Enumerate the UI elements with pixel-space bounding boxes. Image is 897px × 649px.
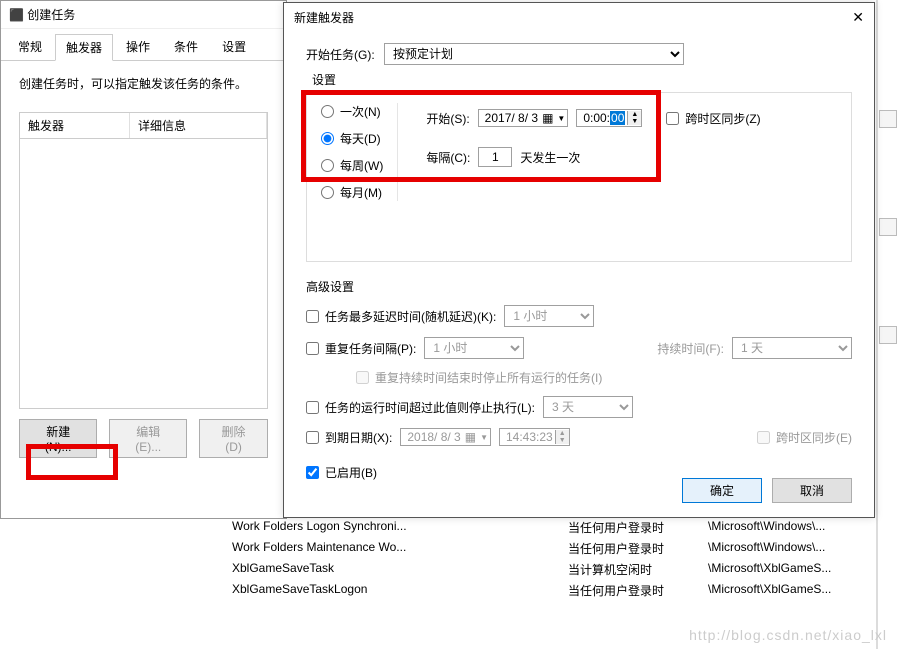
tab-settings[interactable]: 设置 — [211, 33, 257, 60]
dialog-title: ⬛ 创建任务 — [1, 1, 286, 29]
delete-button[interactable]: 删除(D) — [199, 419, 268, 458]
triggers-list-header: 触发器 详细信息 — [19, 112, 268, 139]
delay-select[interactable]: 1 小时 — [504, 305, 594, 327]
freq-once[interactable]: 一次(N) — [321, 103, 383, 120]
chevron-down-icon[interactable]: ▼ — [557, 114, 565, 123]
triggers-hint: 创建任务时，可以指定触发该任务的条件。 — [19, 75, 268, 92]
recur-input[interactable] — [478, 147, 512, 167]
icon-placeholder: ⬛ — [9, 8, 24, 22]
table-row[interactable]: Work Folders Logon Synchroni...当任何用户登录时\… — [218, 517, 878, 538]
duration-label: 持续时间(F): — [657, 340, 724, 357]
delay-checkbox[interactable]: 任务最多延迟时间(随机延迟)(K): — [306, 308, 496, 325]
expire-tz-checkbox: 跨时区同步(E) — [757, 429, 852, 446]
tab-conditions[interactable]: 条件 — [163, 33, 209, 60]
expire-date-value: 2018/ 8/ 3 — [407, 430, 460, 444]
tab-triggers[interactable]: 触发器 — [55, 34, 113, 61]
expire-time-value: 14:43:23 — [500, 429, 555, 445]
start-time-picker[interactable]: 0:00:00 ▲▼ — [576, 109, 642, 127]
new-button[interactable]: 新建(N)... — [19, 419, 97, 458]
table-row[interactable]: XblGameSaveTask当计算机空闲时\Microsoft\XblGame… — [218, 559, 878, 580]
calendar-icon[interactable]: ▦ — [542, 111, 553, 125]
dialog-title: 新建触发器 — [294, 9, 354, 26]
duration-select[interactable]: 1 天 — [732, 337, 852, 359]
expire-time-picker[interactable]: 14:43:23 ▲▼ — [499, 428, 570, 446]
enabled-checkbox[interactable]: 已启用(B) — [306, 464, 377, 481]
freq-monthly[interactable]: 每月(M) — [321, 184, 383, 201]
tab-actions[interactable]: 操作 — [115, 33, 161, 60]
start-date-picker[interactable]: 2017/ 8/ 3 ▦ ▼ — [478, 109, 569, 127]
start-label: 开始(S): — [426, 110, 469, 127]
stop-after-checkbox[interactable]: 任务的运行时间超过此值则停止执行(L): — [306, 399, 535, 416]
close-icon[interactable]: ✕ — [852, 9, 864, 26]
time-selected[interactable]: 00 — [610, 111, 625, 125]
advanced-label: 高级设置 — [306, 278, 852, 295]
repeat-select[interactable]: 1 小时 — [424, 337, 524, 359]
up-icon[interactable]: ▲ — [628, 111, 641, 118]
freq-daily[interactable]: 每天(D) — [321, 130, 383, 147]
repeat-checkbox[interactable]: 重复任务间隔(P): — [306, 340, 416, 357]
create-task-dialog: ⬛ 创建任务 常规 触发器 操作 条件 设置 创建任务时，可以指定触发该任务的条… — [0, 0, 287, 519]
begin-task-select[interactable]: 按预定计划 — [384, 43, 684, 65]
expire-checkbox[interactable]: 到期日期(X): — [306, 429, 392, 446]
background-task-list: Work Folders Logon Synchroni...当任何用户登录时\… — [218, 517, 878, 601]
settings-group-label: 设置 — [308, 73, 340, 87]
expire-date-picker[interactable]: 2018/ 8/ 3 ▦ ▼ — [400, 428, 491, 446]
edit-button[interactable]: 编辑(E)... — [109, 419, 187, 458]
col-trigger[interactable]: 触发器 — [20, 113, 130, 138]
table-row[interactable]: XblGameSaveTaskLogon当任何用户登录时\Microsoft\X… — [218, 580, 878, 601]
new-trigger-dialog: 新建触发器 ✕ 开始任务(G): 按预定计划 设置 一次(N) 每天(D) 每周… — [283, 2, 875, 518]
tabs-bar: 常规 触发器 操作 条件 设置 — [1, 29, 286, 61]
table-row[interactable]: Work Folders Maintenance Wo...当任何用户登录时\M… — [218, 538, 878, 559]
watermark: http://blog.csdn.net/xiao_lxl — [689, 627, 887, 643]
time-spinner[interactable]: ▲▼ — [627, 111, 641, 125]
start-date-value: 2017/ 8/ 3 — [485, 111, 538, 125]
title-text: 创建任务 — [27, 8, 75, 22]
triggers-list[interactable] — [19, 139, 268, 409]
recur-suffix: 天发生一次 — [520, 149, 580, 166]
recur-label: 每隔(C): — [426, 149, 470, 166]
col-details[interactable]: 详细信息 — [130, 113, 267, 138]
scrollbar-stubs — [879, 110, 897, 344]
begin-task-label: 开始任务(G): — [306, 46, 376, 63]
stop-after-select[interactable]: 3 天 — [543, 396, 633, 418]
cancel-button[interactable]: 取消 — [772, 478, 852, 503]
sync-timezone-checkbox[interactable]: 跨时区同步(Z) — [666, 110, 760, 127]
stop-at-end-checkbox: 重复持续时间结束时停止所有运行的任务(I) — [356, 369, 602, 386]
ok-button[interactable]: 确定 — [682, 478, 762, 503]
freq-weekly[interactable]: 每周(W) — [321, 157, 383, 174]
calendar-icon: ▦ — [465, 430, 476, 444]
down-icon[interactable]: ▼ — [628, 118, 641, 125]
tab-general[interactable]: 常规 — [7, 33, 53, 60]
frequency-options: 一次(N) 每天(D) 每周(W) 每月(M) — [321, 103, 398, 201]
chevron-down-icon: ▼ — [480, 433, 488, 442]
time-prefix: 0:00: — [583, 111, 610, 125]
